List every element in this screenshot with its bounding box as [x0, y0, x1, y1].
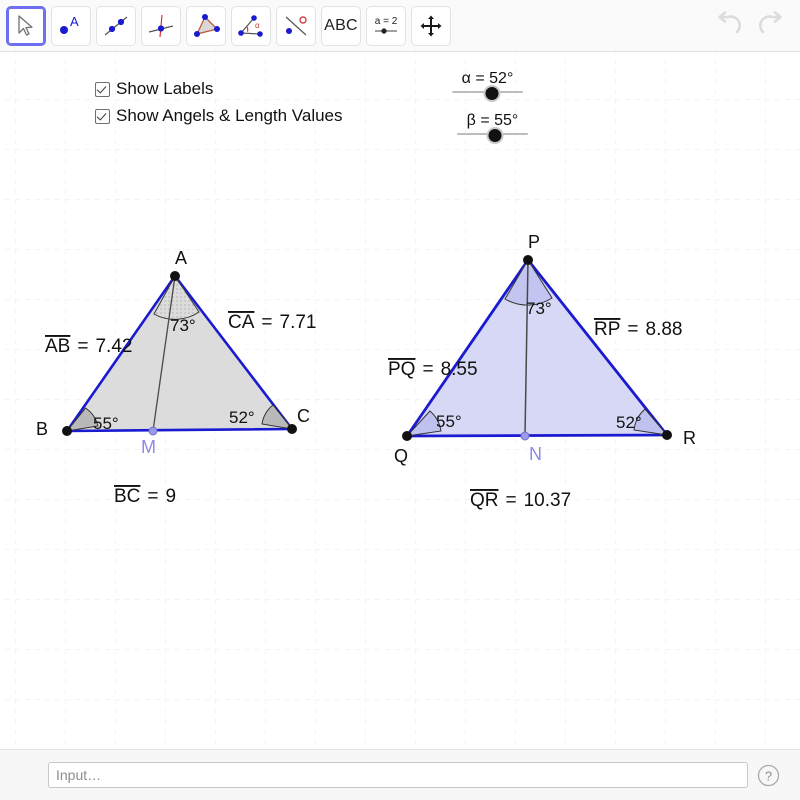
redo-icon [755, 10, 785, 42]
tool-perpendicular[interactable] [141, 6, 181, 46]
beta-slider[interactable]: β = 55° [457, 112, 528, 144]
checkbox-box-labels[interactable] [95, 81, 110, 97]
tool-line[interactable] [96, 6, 136, 46]
geogebra-app: A α ABC a = 2 A B C M 55° 73° 52° AB = 7… [0, 0, 800, 800]
vertex-r-point[interactable] [662, 430, 672, 440]
help-button[interactable]: ? [757, 764, 780, 787]
bc-value: 9 [166, 486, 177, 507]
tool-text[interactable]: ABC [321, 6, 361, 46]
input-bar: ? [0, 749, 800, 800]
vertex-label-q: Q [394, 446, 408, 466]
rp-value: 8.88 [646, 319, 683, 340]
vertex-a-point[interactable] [170, 271, 180, 281]
pq-seg: PQ [388, 359, 415, 380]
vertex-label-b: B [36, 419, 48, 439]
arrow-cursor-icon [15, 14, 37, 38]
vertex-p-point[interactable] [523, 255, 533, 265]
triangle-abc-shape[interactable]: A B C M 55° 73° 52° AB=7.42 CA=7.71 [36, 248, 317, 507]
qr-seg: QR [470, 490, 499, 511]
angle-value-p: 73° [526, 299, 552, 318]
ab-length-label: AB = 7.42 [45, 336, 132, 357]
tool-slider[interactable]: a = 2 [366, 6, 406, 46]
svg-text:α: α [255, 21, 260, 30]
triangle-pqr-shape[interactable]: P Q R N 55° 73° 52° PQ=8.55 RP=8.88 [388, 232, 696, 511]
svg-text:AB=7.42: AB = 7.42 [45, 336, 132, 357]
svg-text:?: ? [765, 769, 772, 784]
svg-text:QR=10.37: QR = 10.37 [470, 490, 571, 511]
midpoint-m-point[interactable] [148, 426, 158, 436]
toolbar: A α ABC a = 2 [0, 0, 800, 52]
show-values-checkbox[interactable]: Show Angels & Length Values [95, 106, 343, 126]
ca-length-label: CA = 7.71 [228, 312, 317, 333]
checkbox-box-values[interactable] [95, 108, 110, 124]
rp-length-label: RP = 8.88 [594, 319, 683, 340]
qr-value: 10.37 [524, 490, 572, 511]
svg-text:a = 2: a = 2 [375, 16, 398, 27]
show-values-label: Show Angels & Length Values [116, 106, 343, 125]
tool-reflect[interactable] [276, 6, 316, 46]
vertex-c-point[interactable] [287, 424, 297, 434]
midpoint-label-m: M [141, 437, 156, 457]
rp-seg: RP [594, 319, 620, 340]
midpoint-label-n: N [529, 444, 542, 464]
angle-icon: α [237, 14, 265, 38]
angle-value-c: 52° [229, 408, 255, 427]
qr-length-label: QR = 10.37 [470, 490, 571, 511]
tool-polygon[interactable] [186, 6, 226, 46]
tool-angle[interactable]: α [231, 6, 271, 46]
input-field[interactable] [48, 762, 748, 788]
reflect-point-line-icon [282, 14, 310, 38]
svg-text:RP=8.88: RP = 8.88 [594, 319, 683, 340]
undo-button[interactable] [712, 8, 748, 44]
move-graphics-icon [419, 14, 443, 38]
vertex-label-r: R [683, 428, 696, 448]
graphics-view[interactable]: A B C M 55° 73° 52° AB=7.42 CA=7.71 [0, 52, 800, 749]
redo-button[interactable] [752, 8, 788, 44]
bc-length-label: BC = 9 [114, 486, 176, 507]
vertex-b-point[interactable] [62, 426, 72, 436]
ab-seg: AB [45, 336, 70, 357]
angle-value-a: 73° [170, 316, 196, 335]
polygon-icon [192, 14, 220, 38]
svg-text:CA=7.71: CA = 7.71 [228, 312, 317, 333]
svg-text:BC=9: BC = 9 [114, 486, 176, 507]
vertex-label-a: A [175, 248, 187, 268]
angle-value-q: 55° [436, 412, 462, 431]
angle-value-b: 55° [93, 414, 119, 433]
undo-icon [715, 10, 745, 42]
vertex-q-point[interactable] [402, 431, 412, 441]
alpha-slider-knob[interactable] [483, 85, 501, 102]
geometry-layer: A B C M 55° 73° 52° AB=7.42 CA=7.71 [36, 232, 696, 511]
help-icon: ? [757, 764, 780, 787]
vertex-label-p: P [528, 232, 540, 252]
vertex-label-c: C [297, 406, 310, 426]
ab-value: 7.42 [95, 336, 132, 357]
beta-slider-knob[interactable] [486, 127, 504, 144]
pq-value: 8.55 [441, 359, 478, 380]
svg-text:PQ=8.55: PQ = 8.55 [388, 359, 478, 380]
pq-length-label: PQ = 8.55 [388, 359, 478, 380]
show-labels-checkbox[interactable]: Show Labels [95, 79, 213, 99]
svg-text:A: A [70, 14, 79, 29]
show-labels-label: Show Labels [116, 79, 214, 98]
ca-value: 7.71 [280, 312, 317, 333]
tool-point[interactable]: A [51, 6, 91, 46]
point-a-icon: A [57, 14, 85, 38]
slider-icon: a = 2 [370, 13, 402, 39]
tool-move-graphics[interactable] [411, 6, 451, 46]
midpoint-n-point[interactable] [520, 431, 530, 441]
bc-seg: BC [114, 486, 140, 507]
ca-seg: CA [228, 312, 255, 333]
line-two-points-icon [102, 14, 130, 38]
angle-value-r: 52° [616, 413, 642, 432]
perpendicular-line-icon [147, 13, 175, 39]
tool-move[interactable] [6, 6, 46, 46]
abc-text-icon: ABC [324, 17, 358, 34]
alpha-slider[interactable]: α = 52° [452, 70, 523, 102]
